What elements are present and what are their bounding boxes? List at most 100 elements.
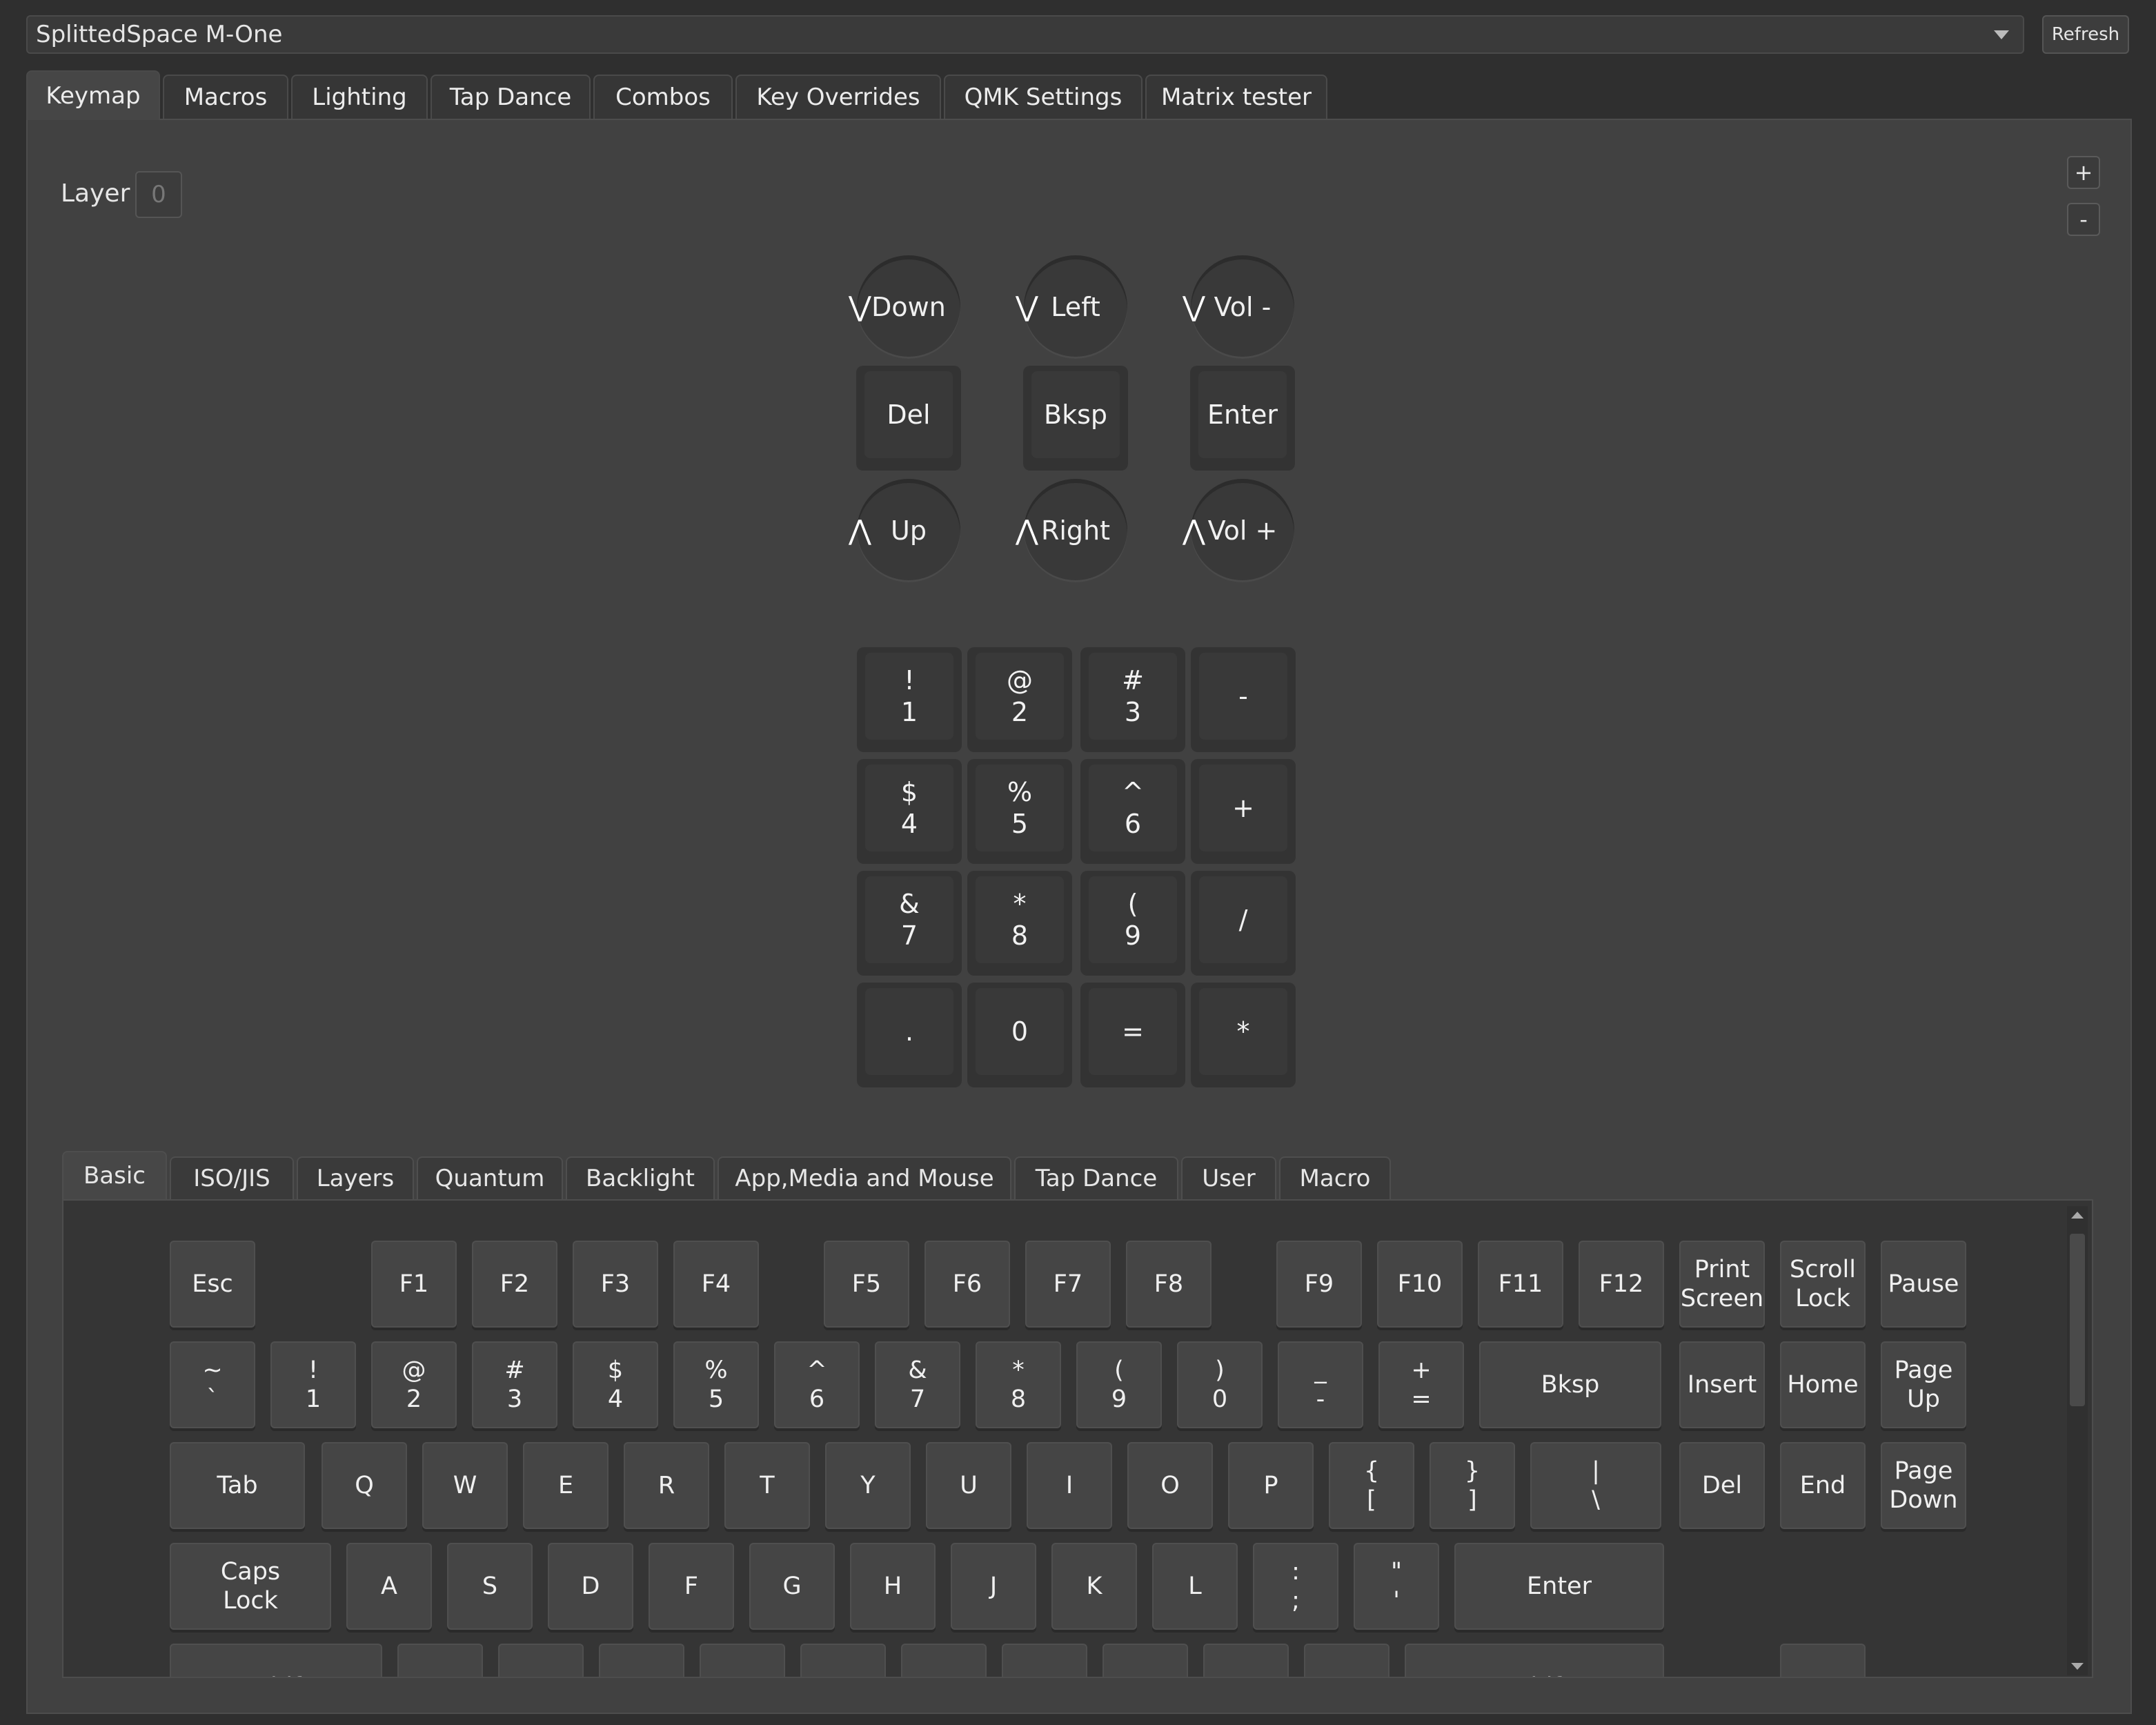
keycode-tab-quantum[interactable]: Quantum (417, 1156, 563, 1199)
keycode-home[interactable]: Home (1780, 1341, 1866, 1428)
keycode-0[interactable]: ) 0 (1177, 1341, 1263, 1428)
keycode-3[interactable]: #3 (472, 1341, 557, 1428)
keycode-m[interactable]: M (1002, 1644, 1087, 1677)
pad-key[interactable]: & 7 (857, 871, 962, 976)
encoder-knob-left[interactable]: ⋁ Left (1016, 255, 1127, 359)
keycode-[interactable]: ~ ` (170, 1341, 255, 1428)
pad-key[interactable]: = (1080, 983, 1185, 1087)
keycode-6[interactable]: ^ 6 (774, 1341, 860, 1428)
keycode-tab-tap-dance[interactable]: Tap Dance (1014, 1156, 1178, 1199)
add-layer-button[interactable]: + (2067, 156, 2100, 189)
keycode-[interactable]: {[ (1329, 1442, 1414, 1529)
keycode-x[interactable]: X (498, 1644, 584, 1677)
keycode-b[interactable]: B (800, 1644, 886, 1677)
keycode-[interactable]: " ' (1354, 1543, 1439, 1630)
keycode-down[interactable]: Page Down (1881, 1442, 1966, 1529)
keycode-[interactable]: ? (1304, 1644, 1389, 1677)
pad-key[interactable]: + (1191, 759, 1296, 864)
keycode-[interactable]: :; (1253, 1543, 1338, 1630)
keycode-l[interactable]: L (1152, 1543, 1238, 1630)
keycode-g[interactable]: G (749, 1543, 835, 1630)
keycode-[interactable]: _ - (1278, 1341, 1363, 1428)
keycode-p[interactable]: P (1228, 1442, 1314, 1529)
keycode-n[interactable]: N (901, 1644, 987, 1677)
scroll-down-icon[interactable] (2071, 1663, 2084, 1670)
keycode-esc[interactable]: Esc (170, 1241, 255, 1328)
pad-key[interactable]: $4 (857, 759, 962, 864)
pad-key[interactable]: . (857, 983, 962, 1087)
tab-keymap[interactable]: Keymap (26, 70, 160, 120)
pad-key[interactable]: * (1191, 983, 1296, 1087)
keycode-tab-basic[interactable]: Basic (62, 1151, 167, 1199)
keycode-tab-iso-jis[interactable]: ISO/JIS (170, 1156, 294, 1199)
pad-key[interactable]: * 8 (967, 871, 1072, 976)
keycode-f10[interactable]: F10 (1377, 1241, 1463, 1328)
keycode-f7[interactable]: F7 (1025, 1241, 1111, 1328)
keycode-up[interactable]: Up (1780, 1644, 1866, 1677)
keycode-f12[interactable]: F12 (1579, 1241, 1664, 1328)
keycode-h[interactable]: H (850, 1543, 936, 1630)
keycode-f5[interactable]: F5 (824, 1241, 909, 1328)
pad-key[interactable]: ^ 6 (1080, 759, 1185, 864)
tab-macros[interactable]: Macros (163, 75, 288, 119)
keycode-o[interactable]: O (1127, 1442, 1213, 1529)
encoder-key-del[interactable]: Del (856, 366, 961, 471)
tab-qmk-settings[interactable]: QMK Settings (944, 75, 1143, 119)
pad-key[interactable]: / (1191, 871, 1296, 976)
keycode-end[interactable]: End (1780, 1442, 1866, 1529)
encoder-key-enter[interactable]: Enter (1190, 366, 1295, 471)
pad-key[interactable]: 0 (967, 983, 1072, 1087)
keycode-2[interactable]: @2 (371, 1341, 457, 1428)
keycode-rshift[interactable]: RShift (1405, 1644, 1664, 1677)
keycode-del[interactable]: Del (1679, 1442, 1765, 1529)
pad-key[interactable]: % 5 (967, 759, 1072, 864)
keycode-e[interactable]: E (523, 1442, 609, 1529)
keycode-u[interactable]: U (926, 1442, 1011, 1529)
keycode-tab-macro[interactable]: Macro (1279, 1156, 1391, 1199)
keycode-insert[interactable]: Insert (1679, 1341, 1765, 1428)
keycode-bksp[interactable]: Bksp (1479, 1341, 1661, 1428)
keycode-f[interactable]: F (649, 1543, 734, 1630)
keycode-f11[interactable]: F11 (1478, 1241, 1563, 1328)
keycode-8[interactable]: * 8 (976, 1341, 1061, 1428)
keycode-f9[interactable]: F9 (1276, 1241, 1362, 1328)
keycode-9[interactable]: (9 (1076, 1341, 1162, 1428)
keycode-[interactable]: + = (1378, 1341, 1464, 1428)
keycode-enter[interactable]: Enter (1454, 1543, 1664, 1630)
encoder-knob-up[interactable]: ⋀ Up (849, 479, 960, 582)
keycode-f4[interactable]: F4 (673, 1241, 759, 1328)
keycode-[interactable]: < (1102, 1644, 1188, 1677)
tab-key-overrides[interactable]: Key Overrides (735, 75, 941, 119)
keycode-w[interactable]: W (422, 1442, 508, 1529)
layer-0-button[interactable]: 0 (135, 171, 182, 218)
keycode-f3[interactable]: F3 (573, 1241, 658, 1328)
pad-key[interactable]: #3 (1080, 647, 1185, 752)
keycode-k[interactable]: K (1051, 1543, 1137, 1630)
keycode-[interactable]: > (1203, 1644, 1289, 1677)
keycode-tab-layers[interactable]: Layers (297, 1156, 414, 1199)
encoder-key-bksp[interactable]: Bksp (1023, 366, 1128, 471)
encoder-knob-vol-[interactable]: ⋁ Vol - (1183, 255, 1294, 359)
keycode-f6[interactable]: F6 (924, 1241, 1010, 1328)
keycode-4[interactable]: $4 (573, 1341, 658, 1428)
keycode-tab-app-media-and-mouse[interactable]: App,Media and Mouse (718, 1156, 1011, 1199)
keycode-t[interactable]: T (724, 1442, 810, 1529)
tab-lighting[interactable]: Lighting (291, 75, 428, 119)
tab-combos[interactable]: Combos (593, 75, 733, 119)
keycode-q[interactable]: Q (322, 1442, 407, 1529)
keycode-v[interactable]: V (700, 1644, 785, 1677)
keycode-f8[interactable]: F8 (1126, 1241, 1211, 1328)
keycode-j[interactable]: J (951, 1543, 1036, 1630)
keycode-[interactable]: | \ (1530, 1442, 1661, 1529)
keycode-s[interactable]: S (447, 1543, 533, 1630)
keycode-screen[interactable]: Print Screen (1679, 1241, 1765, 1328)
tab-tap-dance[interactable]: Tap Dance (431, 75, 591, 119)
keycode-tab-backlight[interactable]: Backlight (566, 1156, 715, 1199)
keycode-lock[interactable]: Caps Lock (170, 1543, 331, 1630)
keycode-tab[interactable]: Tab (170, 1442, 305, 1529)
keycode-y[interactable]: Y (825, 1442, 911, 1529)
keycode-tab-user[interactable]: User (1181, 1156, 1276, 1199)
keycode-z[interactable]: Z (397, 1644, 483, 1677)
encoder-knob-vol-[interactable]: ⋀ Vol + (1183, 479, 1294, 582)
keycode-i[interactable]: I (1027, 1442, 1112, 1529)
